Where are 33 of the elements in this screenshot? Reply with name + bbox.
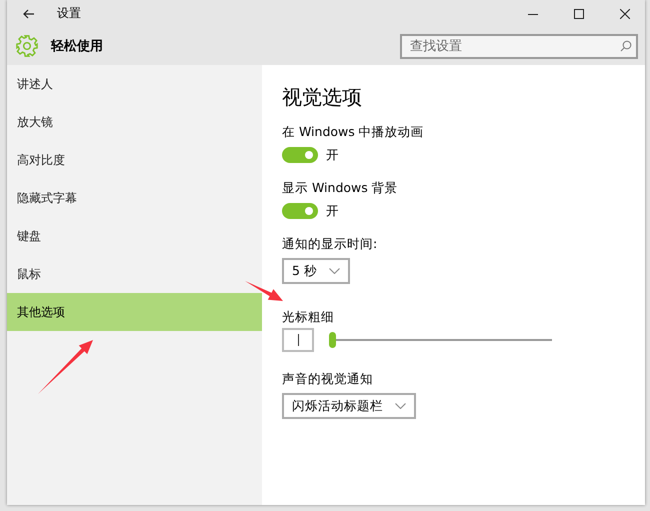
dropdown[interactable]: 5 秒 — [282, 258, 350, 284]
toggle-switch[interactable] — [282, 147, 318, 163]
search-icon — [620, 40, 632, 52]
chevron-down-icon — [395, 403, 406, 409]
toggle-state: 开 — [326, 146, 339, 164]
window-title: 设置 — [57, 5, 82, 22]
search-field[interactable]: 查找设置 — [400, 34, 638, 58]
toggle-switch[interactable] — [282, 203, 318, 219]
annotation-arrow — [38, 340, 93, 394]
close-icon — [620, 8, 630, 18]
setting-label: 通知的显示时间: — [282, 235, 378, 253]
cursor-preview — [282, 328, 314, 352]
sidebar-item[interactable]: 鼠标 — [7, 255, 262, 293]
sidebar-item[interactable]: 隐藏式字幕 — [7, 179, 262, 217]
setting-label: 在 Windows 中播放动画 — [282, 123, 425, 141]
section-heading: 视觉选项 — [282, 84, 363, 111]
sidebar-item[interactable]: 放大镜 — [7, 103, 262, 141]
sidebar-item[interactable]: 键盘 — [7, 217, 262, 255]
chevron-down-icon — [328, 268, 340, 274]
slider-thumb[interactable] — [329, 332, 336, 348]
annotation-arrow — [245, 281, 283, 301]
gear-icon — [16, 35, 38, 57]
toggle-state: 开 — [326, 202, 339, 220]
setting-label: 显示 Windows 背景 — [282, 179, 399, 197]
dropdown[interactable]: 闪烁活动标题栏 — [282, 393, 416, 419]
page-title: 轻松使用 — [51, 38, 104, 55]
sidebar-item[interactable]: 讲述人 — [7, 65, 262, 103]
maximize-icon — [574, 8, 584, 18]
setting-label: 声音的视觉通知 — [282, 370, 374, 388]
sidebar-item[interactable]: 其他选项 — [7, 293, 262, 331]
back-arrow-icon — [23, 8, 35, 18]
setting-label: 光标粗细 — [282, 308, 335, 326]
sidebar-item[interactable]: 高对比度 — [7, 141, 262, 179]
